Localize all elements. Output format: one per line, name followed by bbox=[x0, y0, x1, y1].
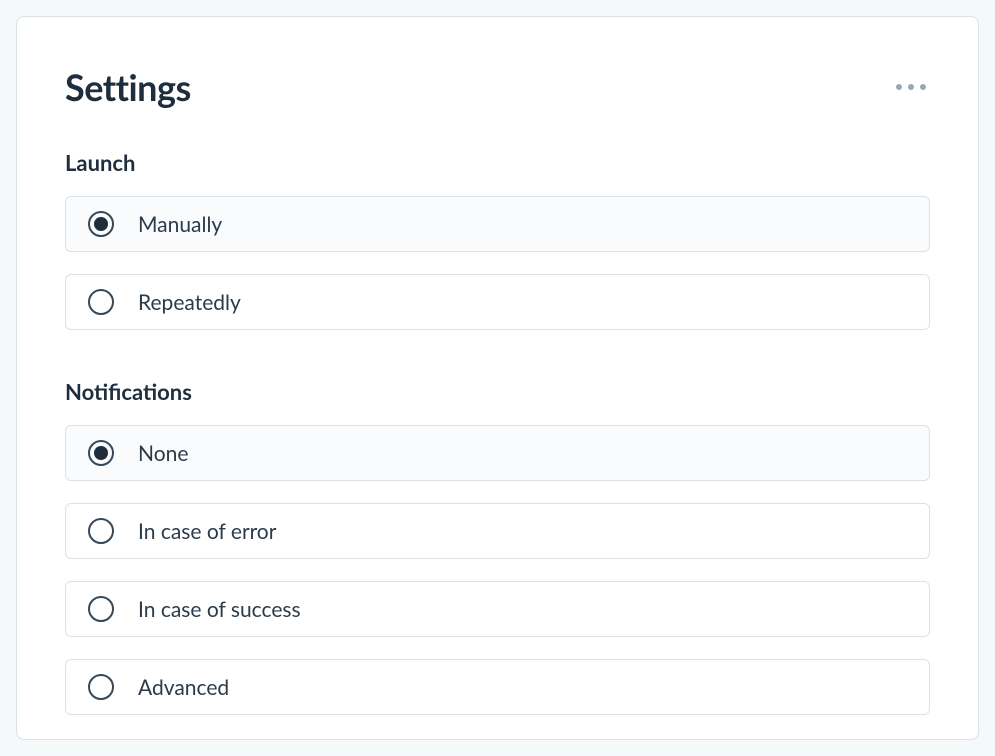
option-label: Manually bbox=[138, 212, 222, 237]
notifications-heading: Notifications bbox=[65, 378, 930, 405]
launch-options: Manually Repeatedly bbox=[65, 196, 930, 330]
settings-card: Settings Launch Manually Repeatedly Noti… bbox=[16, 16, 979, 740]
option-label: In case of error bbox=[138, 519, 276, 544]
radio-icon bbox=[88, 674, 114, 700]
option-label: Advanced bbox=[138, 675, 229, 700]
page-title: Settings bbox=[65, 65, 191, 109]
ellipsis-icon bbox=[908, 84, 914, 90]
option-label: In case of success bbox=[138, 597, 301, 622]
notifications-option-advanced[interactable]: Advanced bbox=[65, 659, 930, 715]
radio-icon bbox=[88, 440, 114, 466]
notifications-option-success[interactable]: In case of success bbox=[65, 581, 930, 637]
option-label: Repeatedly bbox=[138, 290, 241, 315]
ellipsis-icon bbox=[896, 84, 902, 90]
card-header: Settings bbox=[65, 65, 930, 109]
launch-option-repeatedly[interactable]: Repeatedly bbox=[65, 274, 930, 330]
option-label: None bbox=[138, 441, 188, 466]
launch-option-manually[interactable]: Manually bbox=[65, 196, 930, 252]
launch-heading: Launch bbox=[65, 149, 930, 176]
radio-icon bbox=[88, 211, 114, 237]
notifications-options: None In case of error In case of success… bbox=[65, 425, 930, 715]
more-options-button[interactable] bbox=[892, 80, 930, 94]
notifications-option-error[interactable]: In case of error bbox=[65, 503, 930, 559]
radio-icon bbox=[88, 289, 114, 315]
radio-icon bbox=[88, 518, 114, 544]
ellipsis-icon bbox=[920, 84, 926, 90]
notifications-option-none[interactable]: None bbox=[65, 425, 930, 481]
radio-icon bbox=[88, 596, 114, 622]
